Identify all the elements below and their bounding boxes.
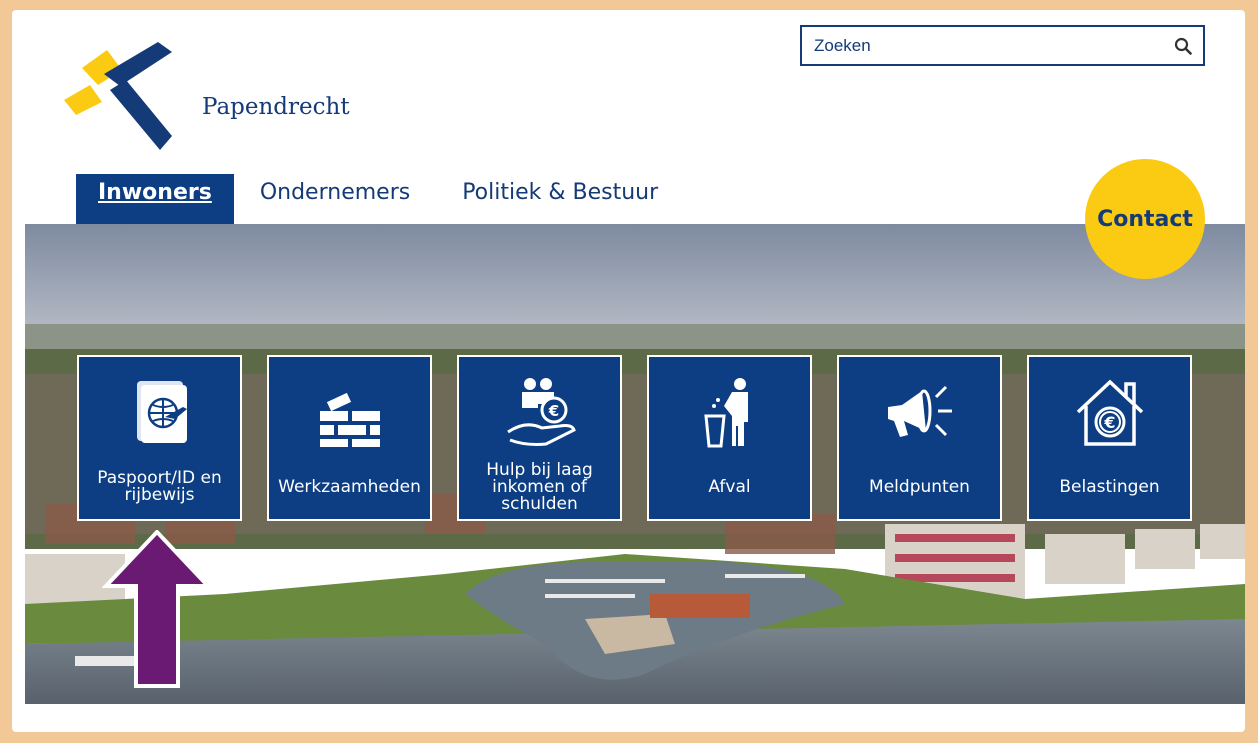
- contact-button[interactable]: Contact: [1085, 159, 1205, 279]
- tile-label: Paspoort/ID en rijbewijs: [97, 468, 222, 505]
- tab-politiek-bestuur[interactable]: Politiek & Bestuur: [436, 174, 684, 224]
- tile-afval[interactable]: Afval: [647, 355, 812, 521]
- search-button[interactable]: [1163, 27, 1203, 64]
- tile-paspoort[interactable]: Paspoort/ID en rijbewijs: [77, 355, 242, 521]
- passport-icon: [136, 381, 187, 443]
- quick-links: Paspoort/ID en rijbewijs Werkzaamheden €…: [77, 355, 1192, 521]
- tax-house-icon: €: [1076, 379, 1143, 446]
- search-input[interactable]: [802, 27, 1163, 64]
- tile-werkzaamheden[interactable]: Werkzaamheden: [267, 355, 432, 521]
- search-icon: [1174, 37, 1192, 55]
- logo-mark-icon: [64, 42, 172, 150]
- tile-meldpunten[interactable]: Meldpunten: [837, 355, 1002, 521]
- logo-text: Papendrecht: [202, 94, 350, 120]
- financial-help-icon: €: [506, 378, 576, 446]
- main-nav: Inwoners Ondernemers Politiek & Bestuur: [76, 174, 684, 224]
- svg-text:€: €: [547, 402, 558, 420]
- tile-hulp-inkomen[interactable]: € Hulp bij laag inkomen of schulden: [457, 355, 622, 521]
- tile-label: Meldpunten: [869, 476, 970, 497]
- tile-label: Hulp bij laag inkomen of schulden: [486, 459, 593, 514]
- tile-label: Werkzaamheden: [278, 476, 421, 497]
- svg-text:€: €: [1103, 413, 1115, 432]
- tab-inwoners[interactable]: Inwoners: [76, 174, 234, 224]
- waste-icon: [703, 378, 748, 448]
- construction-icon: [319, 392, 380, 447]
- page: Papendrecht Inwoners Ondernemers Politie…: [12, 10, 1245, 732]
- tile-label: Belastingen: [1059, 476, 1160, 497]
- tile-label: Afval: [708, 476, 751, 497]
- papendrecht-logo[interactable]: Papendrecht: [62, 40, 350, 152]
- search-box: [800, 25, 1205, 66]
- tab-ondernemers[interactable]: Ondernemers: [234, 174, 436, 224]
- tile-belastingen[interactable]: € Belastingen: [1027, 355, 1192, 521]
- annotation-arrow-icon: [102, 530, 212, 688]
- megaphone-icon: [887, 385, 952, 437]
